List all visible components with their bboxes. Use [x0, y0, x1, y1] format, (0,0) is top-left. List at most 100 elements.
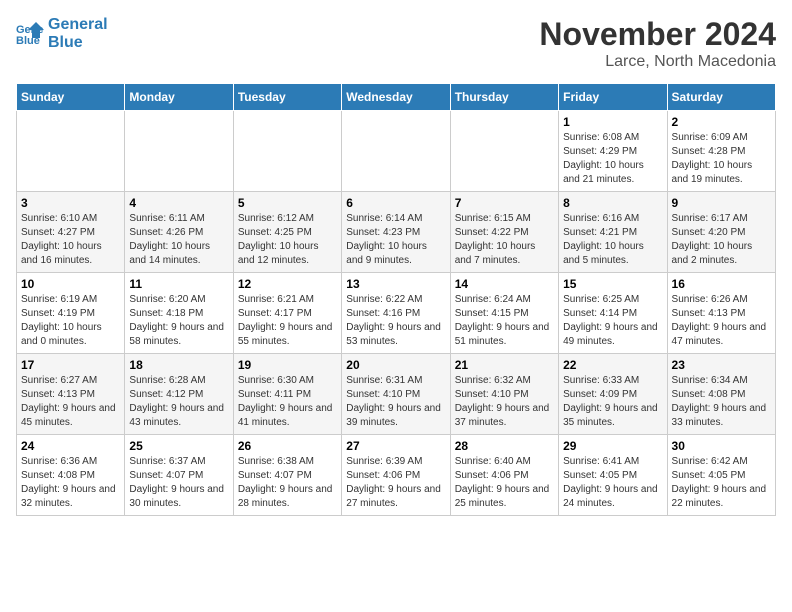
calendar-cell: 11 Sunrise: 6:20 AM Sunset: 4:18 PM Dayli…: [125, 273, 233, 354]
day-number: 17: [21, 358, 120, 372]
day-number: 11: [129, 277, 228, 291]
day-info: Sunrise: 6:41 AM Sunset: 4:05 PM Dayligh…: [563, 455, 662, 511]
calendar-cell: [342, 111, 450, 192]
day-info: Sunrise: 6:40 AM Sunset: 4:06 PM Dayligh…: [455, 455, 554, 511]
calendar-cell: 15Sunrise: 6:25 AM Sunset: 4:14 PM Dayli…: [559, 273, 667, 354]
day-number: 13: [346, 277, 445, 291]
week-row-3: 10 Sunrise: 6:19 AM Sunset: 4:19 PM Dayli…: [17, 273, 776, 354]
calendar-cell: 2Sunrise: 6:09 AM Sunset: 4:28 PM Daylig…: [667, 111, 775, 192]
day-info: Sunrise: 6:33 AM Sunset: 4:09 PM Dayligh…: [563, 374, 662, 430]
month-title: November 2024: [539, 16, 776, 53]
day-info: Sunrise: 6:10 AM Sunset: 4:27 PM Dayligh…: [21, 212, 120, 268]
day-info: Sunrise: 6:34 AM Sunset: 4:08 PM Dayligh…: [672, 374, 771, 430]
calendar-cell: 1 Sunrise: 6:08 AM Sunset: 4:29 PM Daylig…: [559, 111, 667, 192]
day-info: Sunrise: 6:15 AM Sunset: 4:22 PM Dayligh…: [455, 212, 554, 268]
logo: General Blue General Blue: [16, 16, 108, 51]
calendar-cell: 9 Sunrise: 6:17 AM Sunset: 4:20 PM Daylig…: [667, 192, 775, 273]
day-number: 6: [346, 196, 445, 210]
day-number: 25: [129, 439, 228, 453]
day-number: 28: [455, 439, 554, 453]
calendar-cell: 27Sunrise: 6:39 AM Sunset: 4:06 PM Dayli…: [342, 435, 450, 516]
day-number: 8: [563, 196, 662, 210]
day-info: Sunrise: 6:28 AM Sunset: 4:12 PM Dayligh…: [129, 374, 228, 430]
header-cell-monday: Monday: [125, 84, 233, 111]
calendar-cell: 19 Sunrise: 6:30 AM Sunset: 4:11 PM Dayli…: [233, 354, 341, 435]
calendar-cell: 17 Sunrise: 6:27 AM Sunset: 4:13 PM Dayli…: [17, 354, 125, 435]
calendar-cell: 5 Sunrise: 6:12 AM Sunset: 4:25 PM Daylig…: [233, 192, 341, 273]
logo-icon: General Blue: [16, 20, 44, 48]
day-info: Sunrise: 6:17 AM Sunset: 4:20 PM Dayligh…: [672, 212, 771, 268]
day-info: Sunrise: 6:19 AM Sunset: 4:19 PM Dayligh…: [21, 293, 120, 349]
day-number: 19: [238, 358, 337, 372]
calendar-cell: 13 Sunrise: 6:22 AM Sunset: 4:16 PM Dayli…: [342, 273, 450, 354]
day-number: 24: [21, 439, 120, 453]
day-info: Sunrise: 6:42 AM Sunset: 4:05 PM Dayligh…: [672, 455, 771, 511]
day-info: Sunrise: 6:21 AM Sunset: 4:17 PM Dayligh…: [238, 293, 337, 349]
header: General Blue General Blue November 2024 …: [16, 16, 776, 71]
logo-general: General: [48, 16, 108, 34]
calendar-cell: 8Sunrise: 6:16 AM Sunset: 4:21 PM Daylig…: [559, 192, 667, 273]
calendar-cell: [233, 111, 341, 192]
day-number: 10: [21, 277, 120, 291]
calendar-cell: [17, 111, 125, 192]
day-number: 29: [563, 439, 662, 453]
day-number: 15: [563, 277, 662, 291]
calendar-table: SundayMondayTuesdayWednesdayThursdayFrid…: [16, 83, 776, 516]
header-cell-thursday: Thursday: [450, 84, 558, 111]
day-info: Sunrise: 6:37 AM Sunset: 4:07 PM Dayligh…: [129, 455, 228, 511]
logo-blue: Blue: [48, 34, 108, 52]
day-number: 22: [563, 358, 662, 372]
calendar-cell: 12 Sunrise: 6:21 AM Sunset: 4:17 PM Dayli…: [233, 273, 341, 354]
calendar-cell: 26 Sunrise: 6:38 AM Sunset: 4:07 PM Dayli…: [233, 435, 341, 516]
day-info: Sunrise: 6:11 AM Sunset: 4:26 PM Dayligh…: [129, 212, 228, 268]
day-info: Sunrise: 6:39 AM Sunset: 4:06 PM Dayligh…: [346, 455, 445, 511]
calendar-cell: 4Sunrise: 6:11 AM Sunset: 4:26 PM Daylig…: [125, 192, 233, 273]
day-number: 18: [129, 358, 228, 372]
calendar-cell: 24 Sunrise: 6:36 AM Sunset: 4:08 PM Dayli…: [17, 435, 125, 516]
calendar-cell: 6 Sunrise: 6:14 AM Sunset: 4:23 PM Daylig…: [342, 192, 450, 273]
day-number: 9: [672, 196, 771, 210]
day-number: 16: [672, 277, 771, 291]
calendar-cell: 25 Sunrise: 6:37 AM Sunset: 4:07 PM Dayli…: [125, 435, 233, 516]
calendar-body: 1 Sunrise: 6:08 AM Sunset: 4:29 PM Daylig…: [17, 111, 776, 516]
day-info: Sunrise: 6:14 AM Sunset: 4:23 PM Dayligh…: [346, 212, 445, 268]
calendar-cell: 21Sunrise: 6:32 AM Sunset: 4:10 PM Dayli…: [450, 354, 558, 435]
header-cell-sunday: Sunday: [17, 84, 125, 111]
calendar-cell: 28 Sunrise: 6:40 AM Sunset: 4:06 PM Dayli…: [450, 435, 558, 516]
calendar-cell: 3 Sunrise: 6:10 AM Sunset: 4:27 PM Daylig…: [17, 192, 125, 273]
day-number: 7: [455, 196, 554, 210]
calendar-cell: [125, 111, 233, 192]
day-number: 2: [672, 115, 771, 129]
day-info: Sunrise: 6:20 AM Sunset: 4:18 PM Dayligh…: [129, 293, 228, 349]
calendar-cell: 16Sunrise: 6:26 AM Sunset: 4:13 PM Dayli…: [667, 273, 775, 354]
day-info: Sunrise: 6:31 AM Sunset: 4:10 PM Dayligh…: [346, 374, 445, 430]
calendar-cell: 29 Sunrise: 6:41 AM Sunset: 4:05 PM Dayli…: [559, 435, 667, 516]
day-number: 3: [21, 196, 120, 210]
calendar-cell: 14Sunrise: 6:24 AM Sunset: 4:15 PM Dayli…: [450, 273, 558, 354]
header-cell-saturday: Saturday: [667, 84, 775, 111]
day-info: Sunrise: 6:38 AM Sunset: 4:07 PM Dayligh…: [238, 455, 337, 511]
day-number: 1: [563, 115, 662, 129]
week-row-5: 24 Sunrise: 6:36 AM Sunset: 4:08 PM Dayli…: [17, 435, 776, 516]
week-row-4: 17 Sunrise: 6:27 AM Sunset: 4:13 PM Dayli…: [17, 354, 776, 435]
header-cell-tuesday: Tuesday: [233, 84, 341, 111]
day-number: 5: [238, 196, 337, 210]
day-info: Sunrise: 6:08 AM Sunset: 4:29 PM Dayligh…: [563, 131, 662, 187]
day-info: Sunrise: 6:27 AM Sunset: 4:13 PM Dayligh…: [21, 374, 120, 430]
calendar-cell: 7 Sunrise: 6:15 AM Sunset: 4:22 PM Daylig…: [450, 192, 558, 273]
calendar-cell: 10 Sunrise: 6:19 AM Sunset: 4:19 PM Dayli…: [17, 273, 125, 354]
header-cell-friday: Friday: [559, 84, 667, 111]
day-info: Sunrise: 6:36 AM Sunset: 4:08 PM Dayligh…: [21, 455, 120, 511]
day-info: Sunrise: 6:24 AM Sunset: 4:15 PM Dayligh…: [455, 293, 554, 349]
day-number: 12: [238, 277, 337, 291]
day-number: 20: [346, 358, 445, 372]
day-number: 23: [672, 358, 771, 372]
calendar-cell: 20 Sunrise: 6:31 AM Sunset: 4:10 PM Dayli…: [342, 354, 450, 435]
day-number: 26: [238, 439, 337, 453]
calendar-cell: 30Sunrise: 6:42 AM Sunset: 4:05 PM Dayli…: [667, 435, 775, 516]
calendar-cell: 22 Sunrise: 6:33 AM Sunset: 4:09 PM Dayli…: [559, 354, 667, 435]
day-info: Sunrise: 6:30 AM Sunset: 4:11 PM Dayligh…: [238, 374, 337, 430]
day-info: Sunrise: 6:22 AM Sunset: 4:16 PM Dayligh…: [346, 293, 445, 349]
calendar-cell: 23 Sunrise: 6:34 AM Sunset: 4:08 PM Dayli…: [667, 354, 775, 435]
day-info: Sunrise: 6:12 AM Sunset: 4:25 PM Dayligh…: [238, 212, 337, 268]
